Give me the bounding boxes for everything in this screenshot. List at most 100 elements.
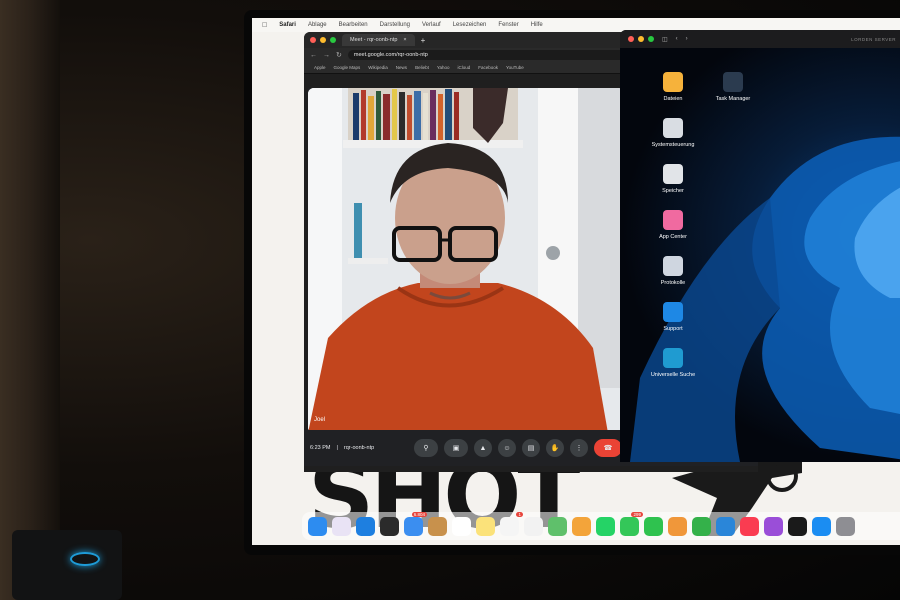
mic-icon[interactable]: ⚲ xyxy=(414,439,438,457)
desktop-app-app-center[interactable]: App Center xyxy=(638,210,708,240)
bookmark-item[interactable]: Facebook xyxy=(478,65,498,70)
desktop-app-support[interactable]: Support xyxy=(638,302,708,332)
wallpaper-bloom xyxy=(630,136,900,462)
present-icon[interactable]: ▲ xyxy=(474,439,492,457)
photo-scene:  Safari Ablage Bearbeiten Darstellung V… xyxy=(0,0,900,600)
menu-item[interactable]: Fenster xyxy=(498,22,518,28)
desktop-app-storage[interactable]: Speicher xyxy=(638,164,708,194)
apple-icon[interactable]:  xyxy=(262,22,267,29)
menu-item[interactable]: Bearbeiten xyxy=(339,22,368,28)
participant-video[interactable]: Joel xyxy=(308,88,624,433)
desktop-app-search[interactable]: Universelle Suche xyxy=(638,348,708,378)
podcasts-icon[interactable] xyxy=(764,516,783,536)
desktop-app-label: Support xyxy=(663,326,683,332)
notification-badge: 1 xyxy=(516,511,523,517)
close-window-icon[interactable] xyxy=(628,36,634,42)
hand-icon[interactable]: ✋ xyxy=(546,439,564,457)
new-tab-button[interactable]: + xyxy=(421,36,426,45)
close-window-icon[interactable] xyxy=(310,37,316,43)
bookmark-item[interactable]: Yahoo xyxy=(437,65,450,70)
menu-item[interactable]: Darstellung xyxy=(380,22,410,28)
desktop-app-settings[interactable]: Systemsteuerung xyxy=(638,118,708,148)
desktop-app-label: Universelle Suche xyxy=(650,372,696,378)
zoom-window-icon[interactable] xyxy=(330,37,336,43)
menu-item[interactable]: Ablage xyxy=(308,22,327,28)
minimize-window-icon[interactable] xyxy=(320,37,326,43)
menubar-app-name[interactable]: Safari xyxy=(279,22,296,28)
reminders-icon[interactable]: 1 xyxy=(500,511,523,536)
freeform-icon[interactable] xyxy=(524,516,543,536)
keynote-icon[interactable] xyxy=(716,516,735,536)
desktop-app-label: Systemsteuerung xyxy=(651,142,695,148)
calendar-icon[interactable] xyxy=(452,516,471,536)
tab-close-icon[interactable]: × xyxy=(403,37,406,43)
dock: 6.804 1 299 xyxy=(302,511,900,540)
notification-badge: 299 xyxy=(631,511,643,517)
notes-icon[interactable] xyxy=(476,516,495,536)
back-icon[interactable]: ‹ xyxy=(676,36,678,42)
tv-icon[interactable] xyxy=(788,516,807,536)
support-icon xyxy=(663,302,683,322)
photos-icon[interactable] xyxy=(572,516,591,536)
bookmark-item[interactable]: Google Maps xyxy=(334,65,361,70)
bookmark-item[interactable]: Apple xyxy=(314,65,326,70)
desktop-app-logs[interactable]: Protokolle xyxy=(638,256,708,286)
desktop-app-label: Speicher xyxy=(662,188,684,194)
mail-icon[interactable]: 6.804 xyxy=(404,511,427,536)
bookmark-item[interactable]: Beliebt xyxy=(415,65,429,70)
browser-tab[interactable]: Meet - rqr-oonb-ntp × xyxy=(342,34,415,46)
launchpad-icon[interactable] xyxy=(332,516,351,536)
reload-icon[interactable]: ↻ xyxy=(336,51,342,59)
device-led xyxy=(70,552,100,566)
meeting-separator: | xyxy=(336,445,338,451)
forward-icon[interactable]: → xyxy=(323,52,330,59)
system-settings-icon[interactable] xyxy=(836,516,855,536)
music-icon[interactable] xyxy=(740,516,759,536)
remote-title: LORDEN SERVER xyxy=(851,36,896,42)
remote-toolbar: ◫ ‹ › LORDEN SERVER xyxy=(620,30,900,48)
finder-icon[interactable] xyxy=(308,516,327,536)
finder-alt-icon[interactable] xyxy=(428,516,447,536)
hangup-icon[interactable]: ☎ xyxy=(594,439,622,457)
bookmark-item[interactable]: YouTube xyxy=(506,65,524,70)
emoji-icon[interactable]: ☺ xyxy=(498,439,516,457)
menu-item[interactable]: Lesezeichen xyxy=(453,22,487,28)
desktop-app-label: Protokolle xyxy=(660,280,686,286)
meeting-info: 6:23 PM | rqr-oonb-ntp xyxy=(310,445,374,451)
meeting-time: 6:23 PM xyxy=(310,445,331,451)
sidebar-icon[interactable]: ◫ xyxy=(662,36,668,43)
monitor-screen:  Safari Ablage Bearbeiten Darstellung V… xyxy=(252,18,900,545)
menu-item[interactable]: Hilfe xyxy=(531,22,543,28)
task-manager-icon xyxy=(723,72,743,92)
chess-icon[interactable] xyxy=(380,516,399,536)
desktop-app-task-manager[interactable]: Task Manager xyxy=(698,72,768,102)
bookmark-item[interactable]: iCloud xyxy=(458,65,471,70)
back-icon[interactable]: ← xyxy=(310,52,317,59)
remote-desktop-window: ◫ ‹ › LORDEN SERVER Dateien Task Manager S… xyxy=(620,30,900,462)
camera-icon[interactable]: ▣ xyxy=(444,439,468,457)
minimize-window-icon[interactable] xyxy=(638,36,644,42)
storage-icon xyxy=(663,164,683,184)
app-store-icon[interactable] xyxy=(812,516,831,536)
more-icon[interactable]: ⋮ xyxy=(570,439,588,457)
numbers-icon[interactable] xyxy=(692,516,711,536)
window-controls xyxy=(310,37,336,43)
bookmark-item[interactable]: Wikipedia xyxy=(368,65,388,70)
menu-item[interactable]: Verlauf xyxy=(422,22,441,28)
zoom-window-icon[interactable] xyxy=(648,36,654,42)
participant-name: Joel xyxy=(314,417,326,423)
desktop-app-label: Task Manager xyxy=(715,96,751,102)
facetime-icon[interactable] xyxy=(644,516,663,536)
desktop-app-label: App Center xyxy=(659,234,687,240)
folder-icon xyxy=(663,72,683,92)
forward-icon[interactable]: › xyxy=(686,36,688,42)
logs-icon xyxy=(663,256,683,276)
safari-icon[interactable] xyxy=(356,516,375,536)
pages-icon[interactable] xyxy=(668,516,687,536)
maps-icon[interactable] xyxy=(548,516,567,536)
messages-icon[interactable]: 299 xyxy=(620,511,643,536)
bookmark-item[interactable]: News xyxy=(396,65,407,70)
captions-icon[interactable]: ▤ xyxy=(522,439,540,457)
whatsapp-icon[interactable] xyxy=(596,516,615,536)
desktop-app-label: Dateien xyxy=(663,96,683,102)
